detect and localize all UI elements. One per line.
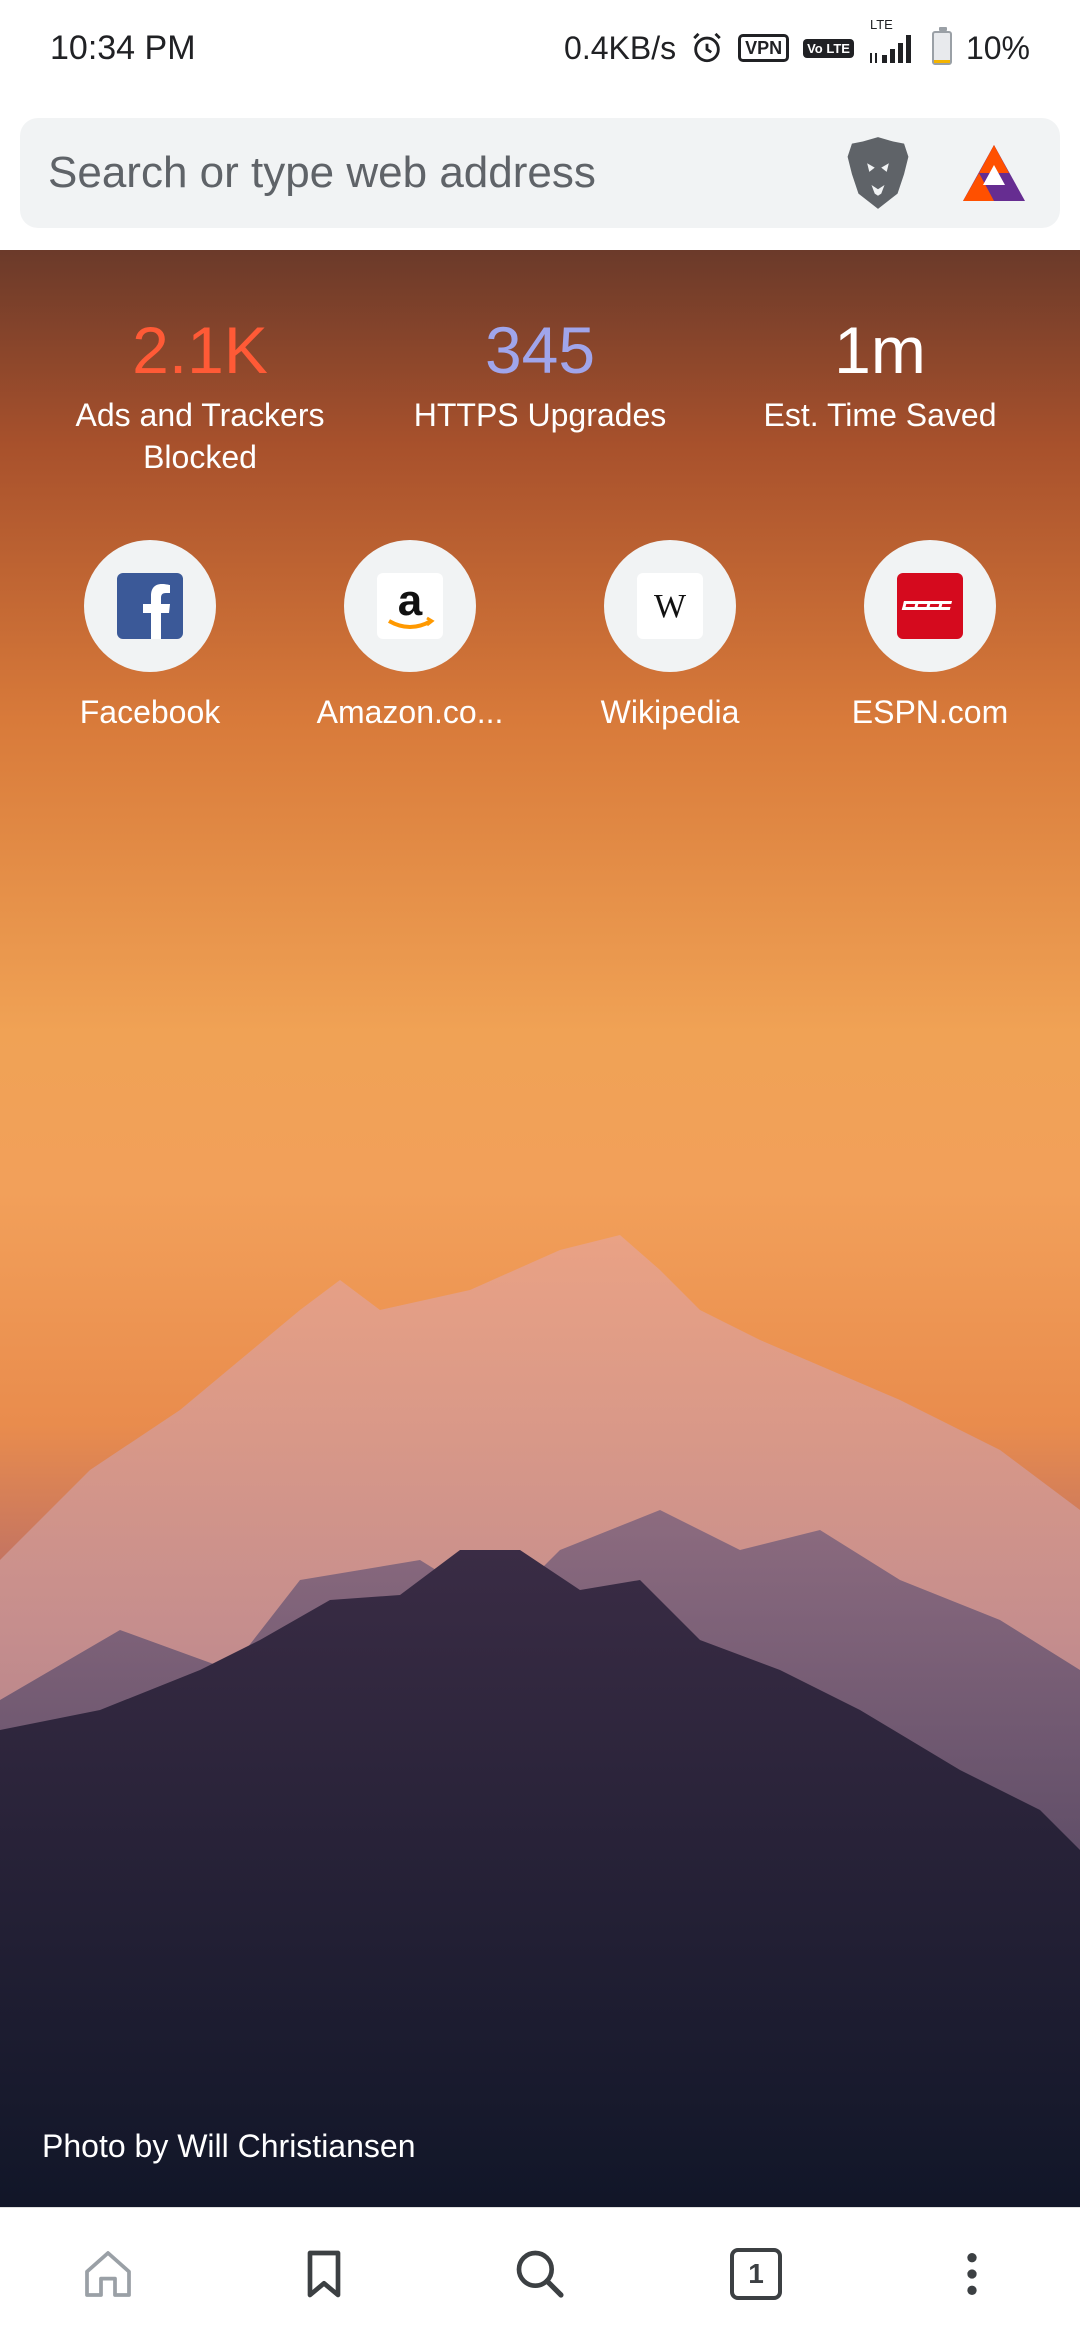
- status-icons: 0.4KB/s VPN Vo LTE LTE 10%: [564, 17, 1030, 67]
- battery-level: [933, 60, 950, 63]
- search-button[interactable]: [480, 2214, 600, 2334]
- search-icon: [516, 2250, 564, 2298]
- site-tile: [84, 540, 216, 672]
- site-tile: a: [344, 540, 476, 672]
- new-tab-page-background: 2.1K Ads and Trackers Blocked 345 HTTPS …: [0, 250, 1080, 2207]
- network-speed: 0.4KB/s: [564, 29, 677, 66]
- stat-https-upgrades: 345 HTTPS Upgrades: [380, 310, 700, 478]
- stat-value: 1m: [834, 313, 926, 387]
- tab-switcher-button[interactable]: 1: [696, 2214, 816, 2334]
- stat-value: 2.1K: [132, 313, 268, 387]
- battery-percent: 10%: [965, 29, 1030, 66]
- more-menu-icon: [967, 2253, 977, 2295]
- privacy-stats: 2.1K Ads and Trackers Blocked 345 HTTPS …: [0, 310, 1080, 478]
- brave-shields-button[interactable]: [840, 135, 916, 211]
- home-button[interactable]: [48, 2214, 168, 2334]
- top-sites: Facebook a Amazon.co... W Wikipedia ESPN…: [0, 540, 1080, 731]
- stat-label: HTTPS Upgrades: [413, 397, 667, 433]
- lte-label: LTE: [869, 17, 893, 32]
- url-bar: [20, 118, 1060, 228]
- alarm-icon: [690, 31, 724, 65]
- brave-lion-icon: [847, 137, 909, 209]
- site-label: Facebook: [79, 694, 221, 730]
- bat-triangle-icon: [963, 145, 1025, 201]
- site-label: Amazon.co...: [316, 694, 504, 730]
- top-site-espn[interactable]: ESPN.com: [820, 540, 1040, 731]
- site-label: ESPN.com: [851, 694, 1009, 730]
- stat-value: 345: [484, 313, 596, 387]
- search-input[interactable]: [48, 148, 800, 198]
- bookmarks-button[interactable]: [264, 2214, 384, 2334]
- battery-icon: [931, 27, 952, 65]
- stat-time-saved: 1m Est. Time Saved: [720, 310, 1040, 478]
- stat-label: Est. Time Saved: [763, 397, 997, 433]
- status-bar: 10:34 PM 0.4KB/s VPN Vo LTE LTE 10%: [0, 0, 1080, 96]
- top-site-wikipedia[interactable]: W Wikipedia: [560, 540, 780, 731]
- tab-count: 1: [730, 2248, 782, 2300]
- site-tile: W: [604, 540, 736, 672]
- stat-ads-blocked: 2.1K Ads and Trackers Blocked: [40, 310, 360, 478]
- photo-credit: Photo by Will Christiansen: [42, 2128, 416, 2164]
- site-tile: [864, 540, 996, 672]
- signal-icon: LTE: [868, 17, 918, 65]
- facebook-icon: [117, 573, 183, 639]
- status-time: 10:34 PM: [50, 28, 196, 67]
- stat-label: Ads and Trackers Blocked: [75, 397, 325, 475]
- vpn-icon: VPN: [738, 34, 790, 62]
- espn-icon: [897, 573, 963, 639]
- svg-text:a: a: [398, 576, 423, 625]
- wikipedia-icon: W: [637, 573, 703, 639]
- volte-icon: Vo LTE: [803, 38, 854, 58]
- amazon-icon: a: [377, 573, 443, 639]
- bookmark-icon: [307, 2250, 341, 2298]
- top-site-facebook[interactable]: Facebook: [40, 540, 260, 731]
- top-site-amazon[interactable]: a Amazon.co...: [300, 540, 520, 731]
- bottom-toolbar: 1: [0, 2207, 1080, 2340]
- home-icon: [85, 2251, 131, 2297]
- site-label: Wikipedia: [600, 694, 740, 730]
- toolbar: [0, 96, 1080, 250]
- more-menu-button[interactable]: [912, 2214, 1032, 2334]
- svg-text:W: W: [654, 588, 687, 625]
- brave-rewards-button[interactable]: [956, 135, 1032, 211]
